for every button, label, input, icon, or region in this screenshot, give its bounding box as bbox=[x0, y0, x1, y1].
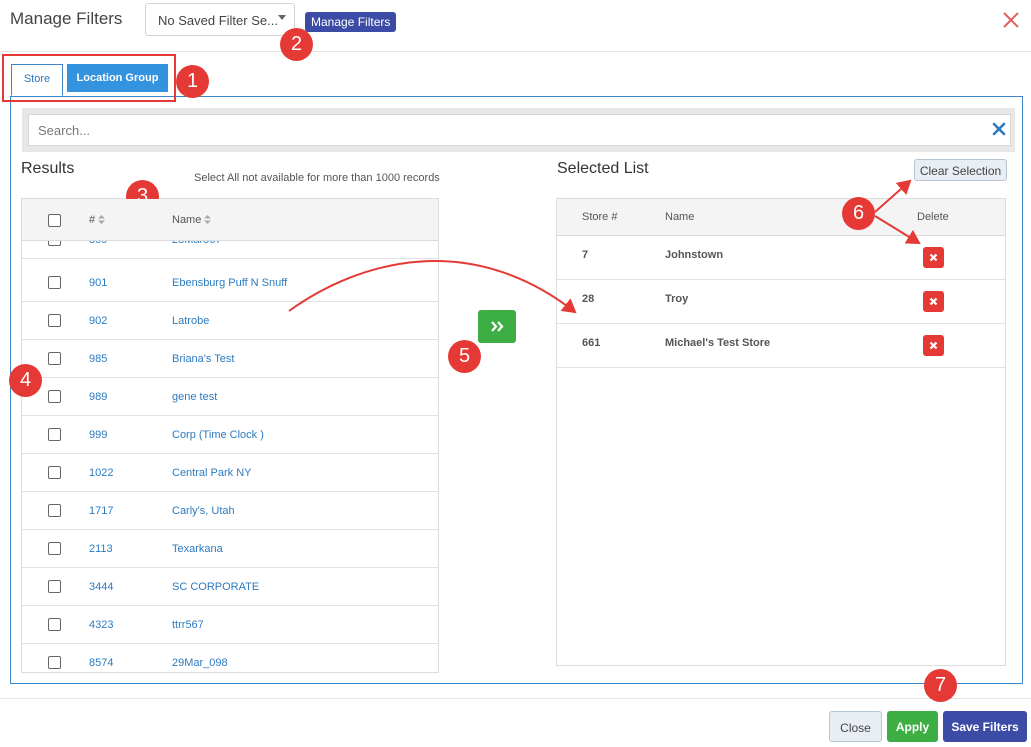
column-header-delete: Delete bbox=[917, 211, 949, 223]
row-checkbox[interactable] bbox=[48, 466, 61, 479]
close-icon bbox=[929, 297, 938, 306]
row-name[interactable]: Briana's Test bbox=[172, 353, 234, 365]
results-title: Results bbox=[21, 160, 75, 177]
move-to-selected-button[interactable] bbox=[478, 310, 516, 343]
selected-table-header: Store # Name Delete bbox=[557, 199, 1005, 236]
dialog-title: Manage Filters bbox=[10, 9, 123, 28]
header-divider bbox=[0, 51, 1031, 52]
close-button[interactable]: Close bbox=[829, 711, 882, 742]
row-checkbox[interactable] bbox=[48, 656, 61, 669]
row-number[interactable]: 1022 bbox=[89, 467, 113, 479]
annotation-badge: 5 bbox=[448, 340, 481, 373]
row-number[interactable]: 999 bbox=[89, 429, 107, 441]
row-checkbox[interactable] bbox=[48, 504, 61, 517]
row-name[interactable]: Corp (Time Clock ) bbox=[172, 429, 264, 441]
row-checkbox[interactable] bbox=[48, 428, 61, 441]
close-icon bbox=[929, 341, 938, 350]
table-row[interactable]: 1022 Central Park NY bbox=[22, 454, 438, 492]
row-name[interactable]: gene test bbox=[172, 391, 217, 403]
row-number[interactable]: 4323 bbox=[89, 619, 113, 631]
manage-filters-button[interactable]: Manage Filters bbox=[305, 12, 397, 32]
row-number[interactable]: 989 bbox=[89, 391, 107, 403]
tab-location-group[interactable]: Location Group bbox=[67, 64, 168, 92]
annotation-badge: 1 bbox=[176, 65, 209, 98]
results-table[interactable]: # Name 859 28Mar567 901 Ebensburg Puff N… bbox=[21, 198, 439, 673]
table-row[interactable]: 989 gene test bbox=[22, 378, 438, 416]
row-name[interactable]: SC CORPORATE bbox=[172, 581, 259, 593]
column-header-name: Name bbox=[665, 211, 695, 223]
row-checkbox[interactable] bbox=[48, 618, 61, 631]
row-number[interactable]: 901 bbox=[89, 277, 107, 289]
annotation-badge: 2 bbox=[280, 28, 313, 61]
select-all-checkbox[interactable] bbox=[48, 214, 61, 227]
selected-row: 7 Johnstown bbox=[557, 236, 1005, 280]
results-table-header: # Name bbox=[22, 199, 438, 241]
selected-store-number: 7 bbox=[582, 249, 589, 261]
row-checkbox[interactable] bbox=[48, 314, 61, 327]
row-name[interactable]: 29Mar_098 bbox=[172, 657, 228, 669]
row-name[interactable]: Latrobe bbox=[172, 315, 209, 327]
table-row[interactable]: 902 Latrobe bbox=[22, 302, 438, 340]
annotation-badge: 7 bbox=[924, 669, 957, 702]
clear-search-icon[interactable] bbox=[992, 122, 1006, 136]
row-checkbox[interactable] bbox=[48, 276, 61, 289]
column-header-store: Store # bbox=[582, 211, 618, 223]
apply-button[interactable]: Apply bbox=[887, 711, 938, 742]
column-header-name[interactable]: Name bbox=[172, 214, 212, 226]
table-row[interactable]: 4323 ttrr567 bbox=[22, 606, 438, 644]
delete-button[interactable] bbox=[923, 247, 944, 268]
row-name[interactable]: ttrr567 bbox=[172, 619, 204, 631]
sort-icon bbox=[98, 215, 106, 224]
annotation-badge: 6 bbox=[842, 197, 875, 230]
row-number[interactable]: 1717 bbox=[89, 505, 113, 517]
table-row[interactable]: 8574 29Mar_098 bbox=[22, 644, 438, 672]
row-name[interactable]: Central Park NY bbox=[172, 467, 251, 479]
selected-store-number: 28 bbox=[582, 293, 595, 305]
selected-table: Store # Name Delete 7 Johnstown 28 Troy … bbox=[556, 198, 1006, 666]
selected-store-name: Johnstown bbox=[665, 249, 724, 261]
row-checkbox[interactable] bbox=[48, 352, 61, 365]
row-checkbox[interactable] bbox=[48, 542, 61, 555]
row-number[interactable]: 3444 bbox=[89, 581, 113, 593]
footer-divider bbox=[0, 698, 1031, 699]
table-row[interactable]: 985 Briana's Test bbox=[22, 340, 438, 378]
row-number[interactable]: 985 bbox=[89, 353, 107, 365]
selected-row: 28 Troy bbox=[557, 280, 1005, 324]
search-input[interactable]: Search... bbox=[28, 114, 1011, 146]
table-row[interactable]: 1717 Carly's, Utah bbox=[22, 492, 438, 530]
row-checkbox[interactable] bbox=[48, 390, 61, 403]
sort-icon bbox=[204, 215, 212, 224]
annotation-badge: 4 bbox=[9, 364, 42, 397]
table-row[interactable]: 2113 Texarkana bbox=[22, 530, 438, 568]
row-checkbox[interactable] bbox=[48, 580, 61, 593]
row-name[interactable]: Carly's, Utah bbox=[172, 505, 235, 517]
select-all-note: Select All not available for more than 1… bbox=[194, 172, 440, 184]
tab-store[interactable]: Store bbox=[11, 64, 63, 96]
row-name[interactable]: Ebensburg Puff N Snuff bbox=[172, 277, 287, 289]
saved-filter-select[interactable]: No Saved Filter Se... bbox=[145, 3, 295, 36]
selected-row: 661 Michael's Test Store bbox=[557, 324, 1005, 368]
selected-store-name: Troy bbox=[665, 293, 689, 305]
delete-button[interactable] bbox=[923, 291, 944, 312]
selected-store-number: 661 bbox=[582, 337, 601, 349]
table-row[interactable]: 3444 SC CORPORATE bbox=[22, 568, 438, 606]
selected-list-title: Selected List bbox=[557, 160, 649, 177]
row-number[interactable]: 902 bbox=[89, 315, 107, 327]
selected-store-name: Michael's Test Store bbox=[665, 337, 771, 349]
column-header-number[interactable]: # bbox=[89, 214, 106, 226]
row-name[interactable]: Texarkana bbox=[172, 543, 223, 555]
save-filters-button[interactable]: Save Filters bbox=[943, 711, 1027, 742]
close-icon bbox=[929, 253, 938, 262]
row-number[interactable]: 8574 bbox=[89, 657, 113, 669]
table-row[interactable]: 999 Corp (Time Clock ) bbox=[22, 416, 438, 454]
table-row[interactable]: 901 Ebensburg Puff N Snuff bbox=[22, 264, 438, 302]
caret-down-icon bbox=[278, 15, 286, 20]
clear-selection-button[interactable]: Clear Selection bbox=[914, 159, 1007, 181]
delete-button[interactable] bbox=[923, 335, 944, 356]
double-chevron-right-icon bbox=[491, 321, 504, 332]
saved-filter-select-value: No Saved Filter Se... bbox=[158, 13, 278, 28]
row-number[interactable]: 2113 bbox=[89, 543, 113, 555]
close-icon[interactable] bbox=[999, 8, 1023, 32]
